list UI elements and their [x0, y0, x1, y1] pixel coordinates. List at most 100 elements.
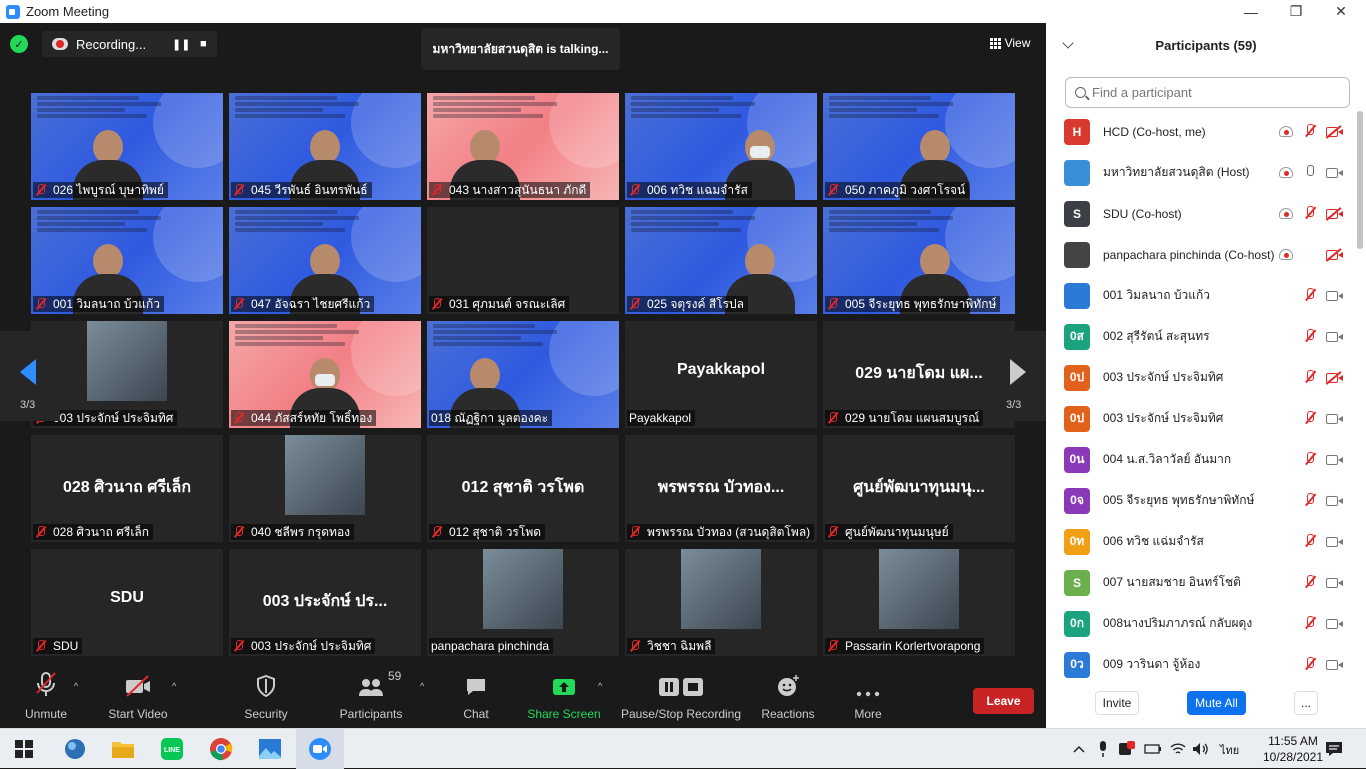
- video-options-chevron-icon[interactable]: ^: [172, 681, 176, 691]
- video-icon[interactable]: [1326, 537, 1343, 547]
- mic-muted-icon[interactable]: [1302, 493, 1318, 507]
- video-tile[interactable]: 012 สุชาติ วรโพด 012 สุชาติ วรโพด: [427, 435, 619, 542]
- video-icon[interactable]: [1326, 496, 1343, 506]
- mic-muted-icon[interactable]: [1302, 206, 1318, 220]
- video-tile[interactable]: 044 ภัสสร์หทัย โพธิ์ทอง: [229, 321, 421, 428]
- mic-muted-icon[interactable]: [1302, 329, 1318, 343]
- mic-muted-icon[interactable]: [1302, 452, 1318, 466]
- participant-row[interactable]: 0ป 003 ประจักษ์ ประจิมทิศ: [1046, 398, 1356, 439]
- video-icon[interactable]: [1326, 168, 1343, 178]
- participant-row[interactable]: panpachara pinchinda (Co-host): [1046, 234, 1356, 275]
- video-icon[interactable]: [1326, 414, 1343, 424]
- video-icon[interactable]: [1326, 619, 1343, 629]
- mic-muted-icon[interactable]: [1302, 616, 1318, 630]
- stop-recording-icon[interactable]: ■: [200, 38, 207, 50]
- unmute-button[interactable]: Unmute: [18, 667, 74, 728]
- video-tile[interactable]: ศูนย์พัฒนาทุนมนุ... ศูนย์พัฒนาทุนมนุษย์: [823, 435, 1015, 542]
- microphone-tray-icon[interactable]: [1093, 735, 1113, 763]
- video-icon[interactable]: [1326, 291, 1343, 301]
- participant-row[interactable]: 0ส 002 สุรีรัตน์ สะสุนทร: [1046, 316, 1356, 357]
- video-tile[interactable]: 047 อัจฉรา ไชยศรีแก้ว: [229, 207, 421, 314]
- participants-button[interactable]: 59 Participants: [340, 667, 403, 728]
- encryption-shield-icon[interactable]: ✓: [10, 35, 28, 53]
- pause-recording-icon[interactable]: ❚❚: [172, 38, 190, 51]
- mic-muted-icon[interactable]: [1302, 575, 1318, 589]
- photos-icon[interactable]: [256, 735, 284, 763]
- mic-icon[interactable]: [1302, 165, 1318, 179]
- video-tile[interactable]: พรพรรณ บัวทอง... พรพรรณ บัวทอง (สวนดุสิตโ…: [625, 435, 817, 542]
- video-icon[interactable]: [1326, 332, 1343, 342]
- video-tile[interactable]: 031 ศุภมนต์ จรณะเลิศ: [427, 207, 619, 314]
- line-tray-icon[interactable]: [1116, 735, 1138, 763]
- video-off-icon[interactable]: [1326, 373, 1343, 383]
- wifi-tray-icon[interactable]: [1167, 735, 1189, 763]
- video-tile[interactable]: 045 วีรพันธ์ อินทรพันธ์: [229, 93, 421, 200]
- mute-all-button[interactable]: Mute All: [1187, 691, 1246, 715]
- participant-row[interactable]: 0น 004 น.ส.วิลาวัลย์ อันมาก: [1046, 439, 1356, 480]
- input-language[interactable]: ไทย: [1220, 741, 1239, 759]
- video-tile[interactable]: Payakkapol Payakkapol: [625, 321, 817, 428]
- view-button[interactable]: View: [982, 31, 1038, 55]
- participant-row[interactable]: H HCD (Co-host, me): [1046, 111, 1356, 152]
- chat-button[interactable]: Chat: [456, 667, 496, 728]
- invite-button[interactable]: Invite: [1095, 691, 1139, 715]
- next-page-button[interactable]: 3/3: [986, 331, 1046, 421]
- browser-taskbar-icon[interactable]: [61, 735, 89, 763]
- close-button[interactable]: ✕: [1318, 0, 1364, 23]
- participant-list-scrollbar[interactable]: [1357, 111, 1363, 249]
- video-tile[interactable]: 025 จตุรงค์ สีโรปล: [625, 207, 817, 314]
- system-clock[interactable]: 11:55 AM 10/28/2021: [1257, 733, 1329, 765]
- start-video-button[interactable]: Start Video: [105, 667, 171, 728]
- participant-row[interactable]: 0ก 008นางปริมภาภรณ์ กลับผดุง: [1046, 603, 1356, 644]
- tray-chevron-icon[interactable]: [1068, 735, 1090, 763]
- security-button[interactable]: Security: [240, 667, 292, 728]
- video-tile[interactable]: 026 ไพบูรณ์ บุษาทิพย์: [31, 93, 223, 200]
- participant-row[interactable]: 001 วิมลนาถ บ้วแก้ว: [1046, 275, 1356, 316]
- line-app-icon[interactable]: LINE: [158, 735, 186, 763]
- participant-row[interactable]: S SDU (Co-host): [1046, 193, 1356, 234]
- video-off-icon[interactable]: [1326, 250, 1343, 260]
- notifications-icon[interactable]: [1320, 735, 1348, 763]
- video-tile[interactable]: Passarin Korlertvorapong: [823, 549, 1015, 656]
- video-tile[interactable]: 001 วิมลนาถ บ้วแก้ว: [31, 207, 223, 314]
- video-tile[interactable]: SDU SDU: [31, 549, 223, 656]
- pause-stop-recording-button[interactable]: Pause/Stop Recording: [620, 667, 742, 728]
- more-button[interactable]: More: [848, 667, 888, 728]
- video-tile[interactable]: 006 ทวิช แฉมจำรัส: [625, 93, 817, 200]
- zoom-taskbar-icon[interactable]: [296, 729, 344, 769]
- video-icon[interactable]: [1326, 455, 1343, 465]
- participant-row[interactable]: 0จ 005 จีระยุทธ พุทธรักษาพิทักษ์: [1046, 480, 1356, 521]
- mic-muted-icon[interactable]: [1302, 534, 1318, 548]
- reactions-button[interactable]: Reactions: [761, 667, 815, 728]
- mic-muted-icon[interactable]: [1302, 288, 1318, 302]
- volume-tray-icon[interactable]: [1190, 735, 1212, 763]
- mic-muted-icon[interactable]: [1302, 657, 1318, 671]
- participants-options-chevron-icon[interactable]: ^: [420, 681, 424, 691]
- restore-button[interactable]: ❐: [1273, 0, 1319, 23]
- video-tile[interactable]: 003 ประจักษ์ ปร... 003 ประจักษ์ ประจิมทิศ: [229, 549, 421, 656]
- video-tile[interactable]: 043 นางสาวสุนันธนา ภักดี: [427, 93, 619, 200]
- video-tile[interactable]: panpachara pinchinda: [427, 549, 619, 656]
- video-tile[interactable]: 050 ภาคภูมิ วงศาโรจน์: [823, 93, 1015, 200]
- file-explorer-icon[interactable]: [109, 735, 137, 763]
- video-icon[interactable]: [1326, 578, 1343, 588]
- start-button[interactable]: [10, 735, 38, 763]
- video-off-icon[interactable]: [1326, 209, 1343, 219]
- previous-page-button[interactable]: 3/3: [0, 331, 60, 421]
- participant-row[interactable]: 0ท 006 ทวิช แฉ่มจำรัส: [1046, 521, 1356, 562]
- video-tile[interactable]: 040 ชลีพร กรุดทอง: [229, 435, 421, 542]
- video-tile[interactable]: 018 ณัฏฐิกา มูลตองคะ: [427, 321, 619, 428]
- share-options-chevron-icon[interactable]: ^: [598, 681, 602, 691]
- battery-tray-icon[interactable]: [1142, 735, 1164, 763]
- share-screen-button[interactable]: Share Screen: [527, 667, 601, 728]
- audio-options-chevron-icon[interactable]: ^: [74, 681, 78, 691]
- participant-search-input[interactable]: Find a participant: [1065, 77, 1350, 108]
- mic-muted-icon[interactable]: [1302, 124, 1318, 138]
- video-tile[interactable]: 028 ศิวนาถ ศรีเล็ก 028 ศิวนาถ ศรีเล็ก: [31, 435, 223, 542]
- video-off-icon[interactable]: [1326, 127, 1343, 137]
- participant-row[interactable]: S 007 นายสมชาย อินทร์โชติ: [1046, 562, 1356, 603]
- video-tile[interactable]: วิชชา ฉิมพลี: [625, 549, 817, 656]
- participant-row[interactable]: 0ว 009 วารินดา จู้ห้อง: [1046, 644, 1356, 679]
- participant-row[interactable]: 0ป 003 ประจักษ์ ประจิมทิศ: [1046, 357, 1356, 398]
- video-icon[interactable]: [1326, 660, 1343, 670]
